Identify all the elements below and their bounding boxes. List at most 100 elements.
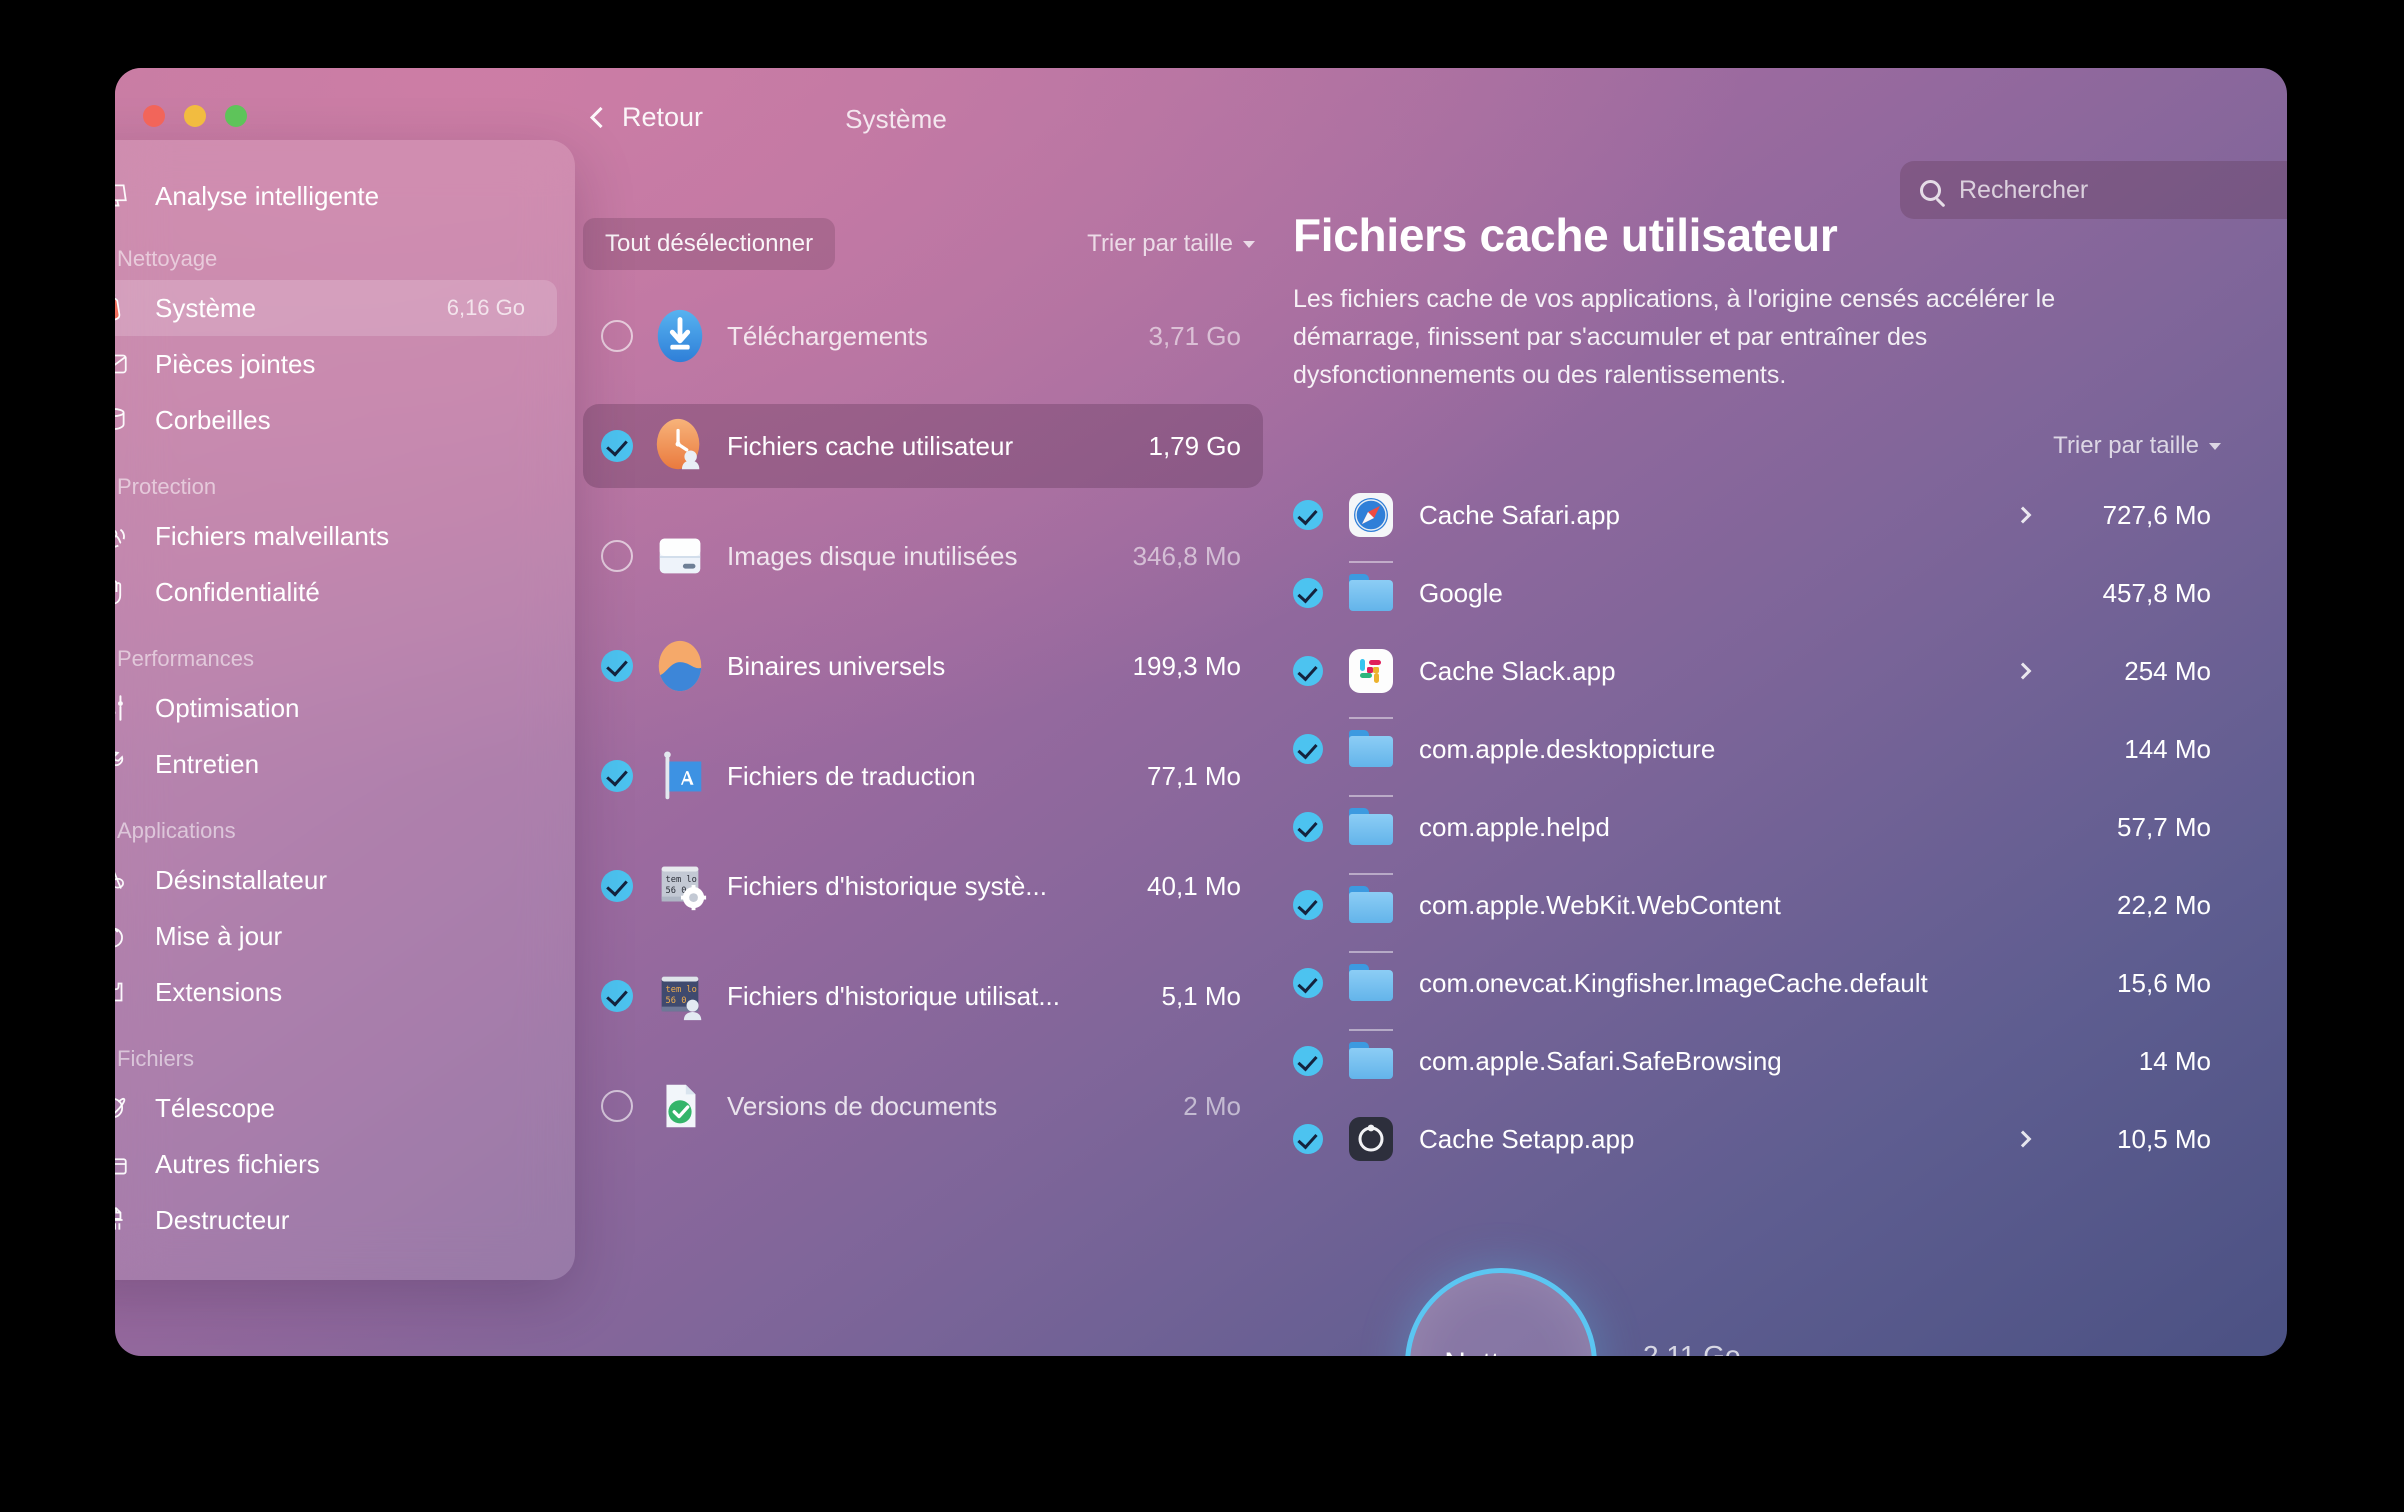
category-row[interactable]: Versions de documents 2 Mo bbox=[583, 1064, 1263, 1148]
category-row[interactable]: Fichiers cache utilisateur 1,79 Go bbox=[583, 404, 1263, 488]
category-row[interactable]: tem lo 56 0 Fichiers d'historique systè..… bbox=[583, 844, 1263, 928]
detail-row[interactable]: com.apple.desktoppicture 144 Mo bbox=[1293, 710, 2229, 788]
checkbox-unchecked-icon[interactable] bbox=[601, 320, 633, 352]
sidebar-item-pieces-jointes[interactable]: Pièces jointes bbox=[115, 336, 557, 392]
checkbox-checked-icon[interactable] bbox=[1293, 890, 1323, 920]
checkbox-checked-icon[interactable] bbox=[601, 980, 633, 1012]
category-row[interactable]: tem lo 56 0 Fichiers d'historique utilisa… bbox=[583, 954, 1263, 1038]
category-name: Versions de documents bbox=[727, 1090, 998, 1121]
folder-icon bbox=[1347, 1029, 1395, 1085]
sidebar-item-systeme[interactable]: Système 6,16 Go bbox=[115, 280, 557, 336]
sidebar-item-label: Entretien bbox=[155, 748, 260, 779]
checkbox-checked-icon[interactable] bbox=[1293, 812, 1323, 842]
detail-row[interactable]: Google 457,8 Mo bbox=[1293, 554, 2229, 632]
folder-icon bbox=[1347, 795, 1395, 851]
sidebar-item-mise-a-jour[interactable]: Mise à jour bbox=[115, 908, 557, 964]
sidebar-item-label: Fichiers malveillants bbox=[155, 520, 390, 551]
app-uninstall-icon bbox=[115, 862, 131, 898]
checkbox-checked-icon[interactable] bbox=[601, 430, 633, 462]
detail-row[interactable]: com.apple.helpd 57,7 Mo bbox=[1293, 788, 2229, 866]
chevron-right-icon[interactable] bbox=[2014, 662, 2032, 680]
category-row[interactable]: Fichiers de traduction 77,1 Mo bbox=[583, 734, 1263, 818]
category-row[interactable]: Téléchargements 3,71 Go bbox=[583, 294, 1263, 378]
window-controls[interactable] bbox=[143, 105, 247, 127]
sidebar-item-desinstallateur[interactable]: Désinstallateur bbox=[115, 852, 557, 908]
category-name: Fichiers cache utilisateur bbox=[727, 430, 1014, 461]
system-logs-icon: tem lo 56 0 bbox=[651, 857, 709, 915]
sidebar-section-title: Applications bbox=[117, 818, 236, 843]
hand-stop-icon bbox=[115, 574, 131, 610]
svg-text:56 0: 56 0 bbox=[666, 886, 687, 896]
checkbox-checked-icon[interactable] bbox=[1293, 1124, 1323, 1154]
sidebar-item-smart-scan[interactable]: Analyse intelligente bbox=[115, 168, 557, 224]
category-size: 2 Mo bbox=[1183, 1090, 1241, 1121]
slack-icon bbox=[1347, 647, 1395, 695]
trash-bin-icon bbox=[115, 402, 131, 438]
close-button[interactable] bbox=[143, 105, 165, 127]
deselect-all-button[interactable]: Tout désélectionner bbox=[583, 218, 836, 270]
sidebar-item-extensions[interactable]: Extensions bbox=[115, 964, 557, 1020]
checkbox-checked-icon[interactable] bbox=[1293, 968, 1323, 998]
detail-row[interactable]: Cache Safari.app 727,6 Mo bbox=[1293, 476, 2229, 554]
sidebar-section-title: Protection bbox=[117, 474, 217, 499]
detail-item-size: 10,5 Mo bbox=[2117, 1123, 2211, 1154]
category-name: Téléchargements bbox=[727, 320, 928, 351]
category-name: Binaires universels bbox=[727, 650, 946, 681]
search-field[interactable] bbox=[1900, 161, 2287, 219]
category-row[interactable]: Images disque inutilisées 346,8 Mo bbox=[583, 514, 1263, 598]
sidebar-item-fichiers-malveillants[interactable]: Fichiers malveillants bbox=[115, 508, 557, 564]
detail-description: Les fichiers cache de vos applications, … bbox=[1293, 285, 2056, 389]
checkbox-checked-icon[interactable] bbox=[1293, 1046, 1323, 1076]
chevron-right-icon[interactable] bbox=[2014, 506, 2032, 524]
search-input[interactable] bbox=[1959, 175, 2280, 205]
category-sort-control[interactable]: Trier par taille bbox=[1087, 230, 1263, 258]
checkbox-checked-icon[interactable] bbox=[601, 870, 633, 902]
detail-item-size: 57,7 Mo bbox=[2117, 811, 2211, 842]
detail-row[interactable]: com.onevcat.Kingfisher.ImageCache.defaul… bbox=[1293, 944, 2229, 1022]
sidebar-item-label: Extensions bbox=[155, 976, 283, 1007]
wrench-icon bbox=[115, 746, 131, 782]
sidebar-item-destructeur[interactable]: Destructeur bbox=[115, 1192, 557, 1248]
checkbox-checked-icon[interactable] bbox=[601, 760, 633, 792]
category-size: 3,71 Go bbox=[1148, 320, 1241, 351]
checkbox-unchecked-icon[interactable] bbox=[601, 540, 633, 572]
chevron-right-icon[interactable] bbox=[2014, 1130, 2032, 1148]
minimize-button[interactable] bbox=[184, 105, 206, 127]
svg-text:tem lo: tem lo bbox=[666, 875, 697, 885]
sidebar-item-corbeilles[interactable]: Corbeilles bbox=[115, 392, 557, 448]
zoom-button[interactable] bbox=[225, 105, 247, 127]
detail-sort-control[interactable]: Trier par taille bbox=[2053, 432, 2229, 460]
checkbox-unchecked-icon[interactable] bbox=[601, 1090, 633, 1122]
sidebar-item-autres-fichiers[interactable]: Autres fichiers bbox=[115, 1136, 557, 1192]
sidebar-item-telescope[interactable]: Télescope bbox=[115, 1080, 557, 1136]
checkbox-checked-icon[interactable] bbox=[1293, 500, 1323, 530]
setapp-icon bbox=[1347, 1115, 1395, 1163]
sidebar-item-label: Système bbox=[155, 292, 257, 323]
detail-item-size: 22,2 Mo bbox=[2117, 889, 2211, 920]
checkbox-checked-icon[interactable] bbox=[1293, 656, 1323, 686]
sidebar-item-entretien[interactable]: Entretien bbox=[115, 736, 557, 792]
checkbox-checked-icon[interactable] bbox=[1293, 734, 1323, 764]
disk-image-icon bbox=[651, 527, 709, 585]
detail-item-size: 457,8 Mo bbox=[2102, 577, 2211, 608]
sidebar-item-confidentialite[interactable]: Confidentialité bbox=[115, 564, 557, 620]
detail-row[interactable]: Cache Slack.app 254 Mo bbox=[1293, 632, 2229, 710]
category-size: 77,1 Mo bbox=[1147, 760, 1241, 791]
category-name: Fichiers d'historique utilisat... bbox=[727, 980, 1060, 1011]
sliders-icon bbox=[115, 690, 131, 726]
folder-icon bbox=[1347, 561, 1395, 617]
detail-row[interactable]: Cache Setapp.app 10,5 Mo bbox=[1293, 1100, 2229, 1178]
detail-row[interactable]: com.apple.WebKit.WebContent 22,2 Mo bbox=[1293, 866, 2229, 944]
detail-item-name: com.apple.WebKit.WebContent bbox=[1419, 889, 1781, 920]
detail-row[interactable]: com.apple.Safari.SafeBrowsing 14 Mo bbox=[1293, 1022, 2229, 1100]
checkbox-checked-icon[interactable] bbox=[601, 650, 633, 682]
category-list: Téléchargements 3,71 Go Fichiers cache u… bbox=[583, 294, 1263, 1148]
sidebar-section-title: Performances bbox=[117, 646, 254, 671]
detail-item-name: Cache Safari.app bbox=[1419, 499, 1620, 530]
category-row[interactable]: Binaires universels 199,3 Mo bbox=[583, 624, 1263, 708]
sidebar-section-title: Nettoyage bbox=[117, 246, 218, 271]
checkbox-checked-icon[interactable] bbox=[1293, 578, 1323, 608]
sidebar-item-label: Pièces jointes bbox=[155, 348, 316, 379]
detail-item-size: 144 Mo bbox=[2124, 733, 2211, 764]
sidebar-item-optimisation[interactable]: Optimisation bbox=[115, 680, 557, 736]
